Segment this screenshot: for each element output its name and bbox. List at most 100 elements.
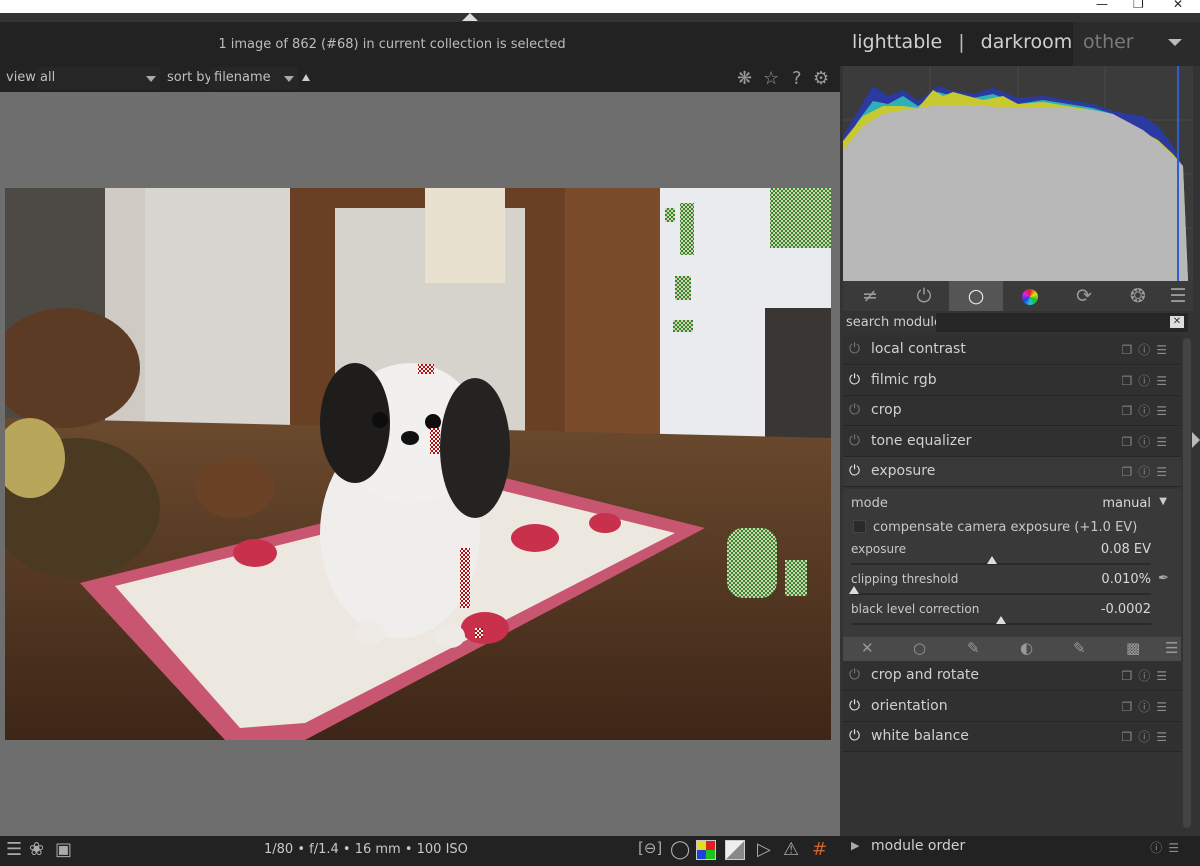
module-actions[interactable]: ❐ⓘ☰ xyxy=(1121,463,1173,480)
module-name: local contrast xyxy=(871,341,966,357)
view-lighttable[interactable]: lighttable xyxy=(852,31,942,53)
histogram[interactable] xyxy=(843,66,1193,281)
window-titlebar: — ❐ ✕ xyxy=(0,0,1200,13)
module-exposure[interactable]: ⏻ exposure ❐ⓘ☰ xyxy=(843,457,1181,487)
clipping-threshold-slider[interactable] xyxy=(849,586,1151,595)
power-icon[interactable]: ⏻ xyxy=(849,433,860,449)
module-name: tone equalizer xyxy=(871,433,972,449)
view-other: other xyxy=(1083,31,1134,53)
module-filmic-rgb[interactable]: ⏻ filmic rgb ❐ⓘ☰ xyxy=(843,366,1181,396)
power-icon[interactable]: ⏻ xyxy=(849,341,860,357)
black-level-value: -0.0002 xyxy=(1100,602,1151,617)
presets-icon[interactable]: ❋ xyxy=(737,68,752,89)
power-icon[interactable]: ⏻ xyxy=(849,698,860,714)
photo-preview[interactable] xyxy=(5,188,831,740)
exposure-slider[interactable] xyxy=(851,556,1151,565)
effects-group-icon[interactable]: ❂ xyxy=(1111,281,1165,311)
sort-dropdown[interactable]: filename xyxy=(210,67,298,89)
active-modules-icon[interactable]: ⏻ xyxy=(897,281,951,311)
module-order-actions[interactable]: ⓘ☰ xyxy=(1150,839,1185,856)
base-group-icon[interactable]: ○ xyxy=(949,281,1003,311)
parametric-mask-icon[interactable]: ◐ xyxy=(1020,639,1033,657)
module-actions[interactable]: ❐ⓘ☰ xyxy=(1121,341,1173,358)
gamut-icon[interactable]: ▷ xyxy=(757,839,771,860)
power-icon[interactable]: ⏻ xyxy=(849,728,860,744)
sort-order-icon[interactable] xyxy=(302,74,310,81)
module-orientation[interactable]: ⏻ orientation ❐ⓘ☰ xyxy=(843,692,1181,722)
power-icon[interactable]: ⏻ xyxy=(849,402,860,418)
filter-bar: view all sort by filename ❋ ☆ ? ⚙ xyxy=(0,66,840,92)
module-actions[interactable]: ❐ⓘ☰ xyxy=(1121,728,1173,745)
drawn-mask-icon[interactable]: ✎ xyxy=(967,639,980,657)
styles-icon[interactable]: ❀ xyxy=(29,839,44,860)
black-level-slider[interactable] xyxy=(851,616,1151,625)
power-icon[interactable]: ⏻ xyxy=(849,463,860,479)
module-name: crop and rotate xyxy=(871,667,980,683)
raster-mask-icon[interactable]: ▩ xyxy=(1126,639,1140,657)
close-icon[interactable]: ✕ xyxy=(1173,0,1183,11)
mode-dropdown[interactable]: manual xyxy=(1102,496,1151,511)
module-group-tabs: ≠ ⏻ ○ ⟳ ❂ ☰ xyxy=(843,281,1193,311)
overexposed-warning-icon[interactable]: ⚠ xyxy=(783,839,799,860)
exposure-value: 0.08 EV xyxy=(1100,542,1151,557)
module-actions[interactable]: ❐ⓘ☰ xyxy=(1121,667,1173,684)
search-module-label: search module xyxy=(846,315,943,330)
module-actions[interactable]: ❐ⓘ☰ xyxy=(1121,372,1173,389)
off-icon[interactable]: ✕ xyxy=(861,639,874,657)
view-other-dropdown[interactable]: other xyxy=(1073,22,1200,66)
color-assessment-icon[interactable] xyxy=(696,840,716,860)
view-darkroom[interactable]: darkroom xyxy=(981,31,1073,53)
collapse-top-panel-icon[interactable] xyxy=(462,13,478,21)
correct-group-icon[interactable]: ⟳ xyxy=(1057,281,1111,311)
module-white-balance[interactable]: ⏻ white balance ❐ⓘ☰ xyxy=(843,722,1181,752)
color-group-icon[interactable] xyxy=(1003,281,1057,311)
module-scrollbar[interactable] xyxy=(1183,338,1191,828)
module-order-row[interactable]: ▶ module order ⓘ☰ xyxy=(843,838,1193,862)
chevron-down-icon xyxy=(284,76,294,82)
module-local-contrast[interactable]: ⏻ local contrast ❐ⓘ☰ xyxy=(843,335,1181,365)
color-picker-icon[interactable]: ✒ xyxy=(1158,571,1169,586)
hamburger-icon[interactable]: ☰ xyxy=(6,839,22,860)
expand-arrow-icon: ▶ xyxy=(851,839,860,852)
compensate-checkbox[interactable] xyxy=(853,520,866,533)
help-icon[interactable]: ? xyxy=(792,68,802,89)
exposure-module-body: mode manual ▼ compensate camera exposure… xyxy=(843,489,1181,637)
module-crop-and-rotate[interactable]: ⏻ crop and rotate ❐ⓘ☰ xyxy=(843,661,1181,691)
softproof-icon[interactable] xyxy=(725,840,745,860)
minimize-icon[interactable]: — xyxy=(1096,0,1108,11)
bulb-icon[interactable]: ◯ xyxy=(670,839,690,860)
sort-label: sort by xyxy=(167,70,213,85)
menu-icon[interactable]: ☰ xyxy=(1165,639,1178,657)
focus-peaking-icon[interactable]: [⊖] xyxy=(638,839,662,857)
module-tone-equalizer[interactable]: ⏻ tone equalizer ❐ⓘ☰ xyxy=(843,427,1181,457)
chevron-down-icon: ▼ xyxy=(1159,496,1167,507)
star-icon[interactable]: ☆ xyxy=(763,68,779,89)
drawn-parametric-icon[interactable]: ✎ xyxy=(1073,639,1086,657)
quick-access-icon[interactable]: ≠ xyxy=(843,281,897,311)
module-actions[interactable]: ❐ⓘ☰ xyxy=(1121,433,1173,450)
slider-marker[interactable] xyxy=(996,616,1006,624)
slider-marker[interactable] xyxy=(987,556,997,564)
view-separator: | xyxy=(958,31,965,53)
power-icon[interactable]: ⏻ xyxy=(849,372,860,388)
display-icon[interactable]: ▣ xyxy=(55,839,72,860)
module-actions[interactable]: ❐ⓘ☰ xyxy=(1121,402,1173,419)
restore-icon[interactable]: ❐ xyxy=(1133,0,1144,11)
uniform-icon[interactable]: ○ xyxy=(913,639,926,657)
grid-guides-icon[interactable]: # xyxy=(812,839,827,860)
exposure-slider-label: exposure xyxy=(851,542,907,556)
selection-status: 1 image of 862 (#68) in current collecti… xyxy=(218,37,566,52)
module-name: filmic rgb xyxy=(871,372,937,388)
power-icon[interactable]: ⏻ xyxy=(849,667,860,683)
module-crop[interactable]: ⏻ crop ❐ⓘ☰ xyxy=(843,396,1181,426)
clear-icon[interactable]: ✕ xyxy=(1170,316,1184,328)
collapse-right-panel-icon[interactable] xyxy=(1192,432,1200,448)
search-module-input[interactable]: ✕ xyxy=(936,313,1188,332)
gear-icon[interactable]: ⚙ xyxy=(813,68,829,89)
view-filter-dropdown[interactable]: all xyxy=(36,67,160,89)
clipping-threshold-value: 0.010% xyxy=(1101,572,1151,587)
black-level-label: black level correction xyxy=(851,602,980,616)
module-actions[interactable]: ❐ⓘ☰ xyxy=(1121,698,1173,715)
menu-icon[interactable]: ☰ xyxy=(1163,281,1193,311)
slider-marker[interactable] xyxy=(849,586,859,594)
